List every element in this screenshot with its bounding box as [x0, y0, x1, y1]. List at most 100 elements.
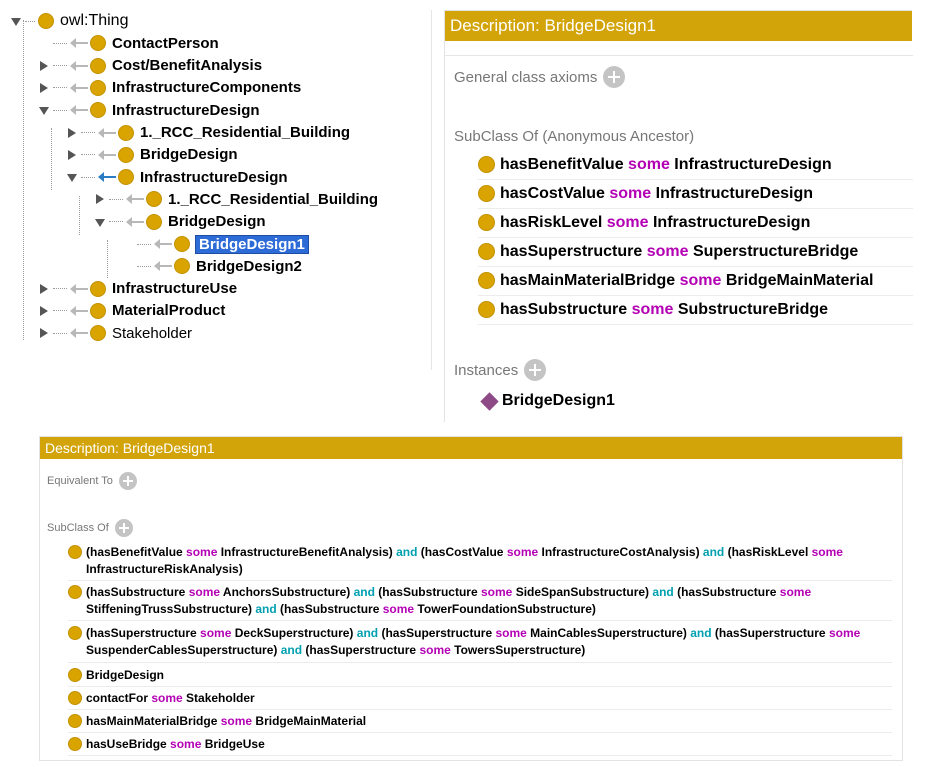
tree-connector [109, 221, 123, 223]
class-dot-icon [118, 146, 134, 163]
tree-node[interactable]: InfrastructureDesign [66, 166, 288, 188]
axiom-term: hasUseBridge [86, 737, 171, 751]
class-dot-icon [90, 79, 106, 96]
class-dot-icon [68, 585, 82, 599]
instance-row[interactable]: BridgeDesign1 [479, 387, 909, 415]
class-dot-icon [90, 57, 106, 74]
instances-section: Instances [454, 358, 547, 382]
axiom-term: BridgeMainMaterial [725, 272, 874, 289]
tree-node[interactable]: BridgeDesign2 [122, 255, 302, 277]
collapse-toggle-icon[interactable] [10, 15, 22, 27]
axiom-text: (hasSubstructure some AnchorsSubstructur… [86, 584, 892, 618]
superclass-axiom-row[interactable]: hasCostValue some InfrastructureDesign [478, 180, 913, 209]
class-dot-icon [68, 714, 82, 728]
keyword-and: and [280, 643, 303, 657]
axiom-term: InfrastructureRiskAnalysis) [86, 562, 243, 576]
tree-node[interactable]: Cost/BenefitAnalysis [38, 55, 262, 77]
class-dot-icon [478, 272, 495, 289]
class-dot-icon [38, 13, 54, 29]
tree-guide-line [51, 128, 52, 190]
class-dot-icon [90, 302, 106, 319]
subclass-of-label: SubClass Of [47, 522, 109, 534]
superclass-axiom-row[interactable]: BridgeDesign [68, 664, 892, 687]
keyword-some: some [675, 272, 726, 289]
superclass-axiom-row[interactable]: contactFor some Stakeholder [68, 687, 892, 710]
class-dot-icon [118, 169, 134, 186]
add-general-axiom-button[interactable] [603, 66, 626, 88]
expand-toggle-icon[interactable] [38, 305, 50, 317]
axiom-term: (hasCostValue [417, 545, 507, 559]
class-dot-icon [68, 737, 82, 751]
tree-node[interactable]: BridgeDesign [66, 144, 238, 166]
panel-title: Description: BridgeDesign1 [445, 11, 912, 41]
expand-toggle-icon[interactable] [66, 149, 78, 161]
axiom-term: hasMainMaterialBridge [500, 272, 676, 289]
superclass-axiom-row[interactable]: hasSuperstructure some SuperstructureBri… [478, 238, 913, 267]
arrow-left-icon [70, 60, 88, 71]
class-dot-icon [90, 325, 106, 342]
tree-node[interactable]: owl:Thing [10, 10, 128, 32]
tree-connector [53, 288, 67, 290]
class-dot-icon [478, 156, 495, 173]
collapse-toggle-icon[interactable] [66, 171, 78, 183]
subclass-anon-section-title: SubClass Of (Anonymous Ancestor) [454, 127, 695, 145]
tree-node-label: InfrastructureDesign [112, 101, 260, 119]
superclass-axiom-row[interactable]: hasUseBridge some BridgeUse [68, 733, 892, 756]
axiom-term: StiffeningTrussSubstructure) [86, 602, 256, 616]
superclass-axiom-row[interactable]: hasMainMaterialBridge some BridgeMainMat… [68, 710, 892, 733]
add-superclass-button[interactable] [114, 519, 133, 537]
superclass-axiom-row[interactable]: hasSubstructure some SubstructureBridge [478, 296, 913, 325]
arrow-left-icon [70, 38, 88, 49]
tree-node-label: InfrastructureDesign [140, 168, 288, 186]
expand-toggle-icon[interactable] [38, 327, 50, 339]
superclass-axiom-row[interactable]: (hasSuperstructure some DeckSuperstructu… [68, 622, 892, 663]
superclass-axiom-row[interactable]: hasBenefitValue some InfrastructureDesig… [478, 151, 913, 180]
axiom-term: (hasSuperstructure [302, 643, 420, 657]
axiom-text: hasBenefitValue some InfrastructureDesig… [500, 151, 832, 179]
superclass-axiom-row[interactable]: hasMainMaterialBridge some BridgeMainMat… [478, 267, 913, 296]
axiom-term: AnchorsSubstructure) [220, 585, 354, 599]
tree-node[interactable]: InfrastructureComponents [38, 77, 301, 99]
tree-node-label: Cost/BenefitAnalysis [112, 57, 263, 75]
superclass-axiom-row[interactable]: hasRiskLevel some InfrastructureDesign [478, 209, 913, 238]
tree-node[interactable]: 1._RCC_Residential_Building [66, 122, 350, 144]
axiom-term: BridgeUse [201, 737, 265, 751]
arrow-left-icon [154, 239, 172, 249]
class-dot-icon [90, 102, 106, 119]
class-dot-icon [174, 236, 190, 252]
expand-toggle-icon[interactable] [38, 283, 50, 295]
axiom-term: SubstructureBridge [677, 301, 829, 318]
axiom-term: BridgeMainMaterial [252, 714, 367, 728]
axiom-term: (hasSuperstructure [711, 626, 829, 640]
superclass-axiom-row[interactable]: (hasBenefitValue some InfrastructureBene… [68, 541, 892, 581]
tree-node[interactable]: InfrastructureUse [38, 278, 237, 300]
tree-node[interactable]: 1._RCC_Residential_Building [94, 188, 378, 210]
tree-node[interactable]: MaterialProduct [38, 300, 225, 322]
axiom-term: SuperstructureBridge [692, 243, 859, 260]
expand-toggle-icon[interactable] [38, 60, 50, 72]
axiom-term: (hasBenefitValue [86, 545, 187, 559]
axiom-term: (hasSuperstructure [378, 626, 496, 640]
tree-node[interactable]: InfrastructureDesign [38, 99, 260, 121]
tree-node[interactable]: Stakeholder [38, 322, 192, 344]
superclass-axiom-row[interactable]: (hasSubstructure some AnchorsSubstructur… [68, 581, 892, 621]
expand-toggle-icon[interactable] [66, 127, 78, 139]
axiom-term: hasBenefitValue [500, 156, 624, 173]
add-equivalent-button[interactable] [118, 472, 137, 490]
add-instance-button[interactable] [524, 359, 547, 381]
tree-node[interactable]: BridgeDesign1 [122, 233, 309, 255]
collapse-toggle-icon[interactable] [38, 104, 50, 116]
tree-connector [109, 198, 123, 200]
axiom-term: (hasRiskLevel [724, 545, 812, 559]
class-hierarchy-tree: owl:Thing ContactPerson Cost/BenefitAnalys… [8, 10, 432, 370]
keyword-some: some [151, 691, 183, 705]
expand-toggle-icon[interactable] [38, 82, 50, 94]
axiom-term: InfrastructureBenefitAnalysis) [217, 545, 397, 559]
expand-toggle-icon[interactable] [94, 193, 106, 205]
axiom-term: (hasSubstructure [374, 585, 481, 599]
collapse-toggle-icon[interactable] [94, 216, 106, 228]
tree-node[interactable]: BridgeDesign [94, 211, 266, 233]
tree-node-label: Stakeholder [112, 324, 193, 342]
tree-node[interactable]: ContactPerson [38, 32, 219, 54]
keyword-some: some [604, 185, 656, 202]
